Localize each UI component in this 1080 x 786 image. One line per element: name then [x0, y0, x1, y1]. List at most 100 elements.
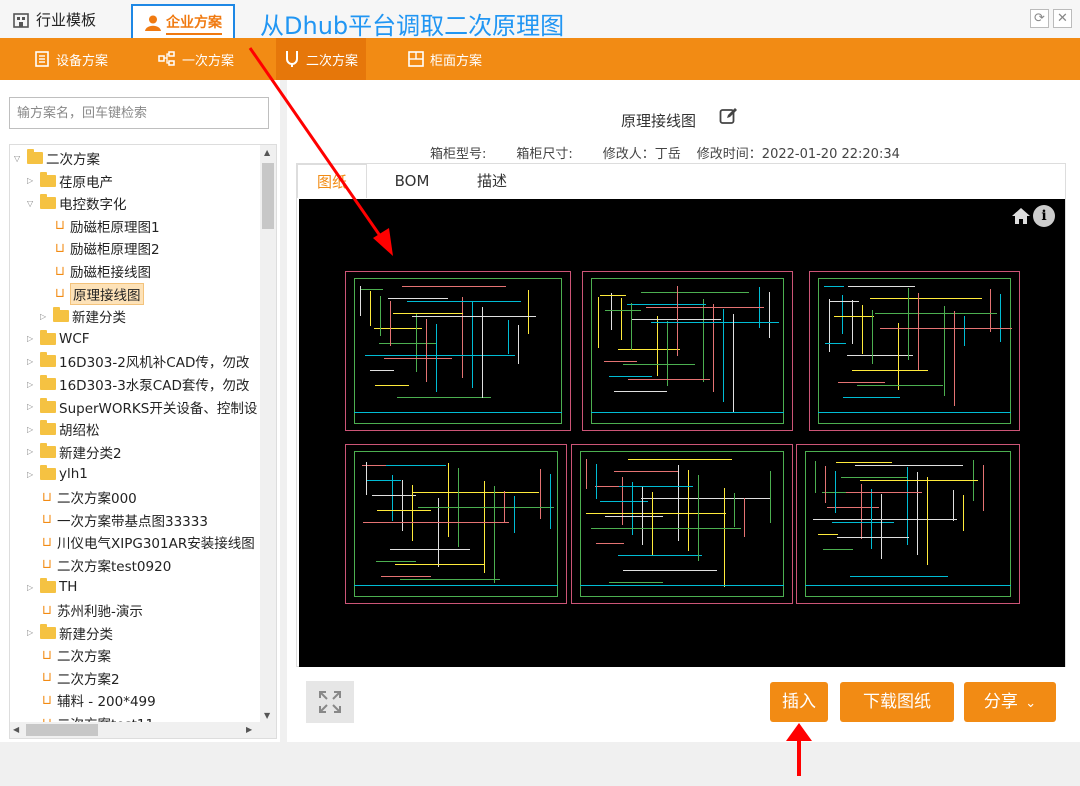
tree-item[interactable]: ⊔ 二次方案2 [27, 667, 120, 689]
tree-item[interactable]: ⊔ 辅料 - 200*499 [27, 689, 156, 711]
tree-item[interactable]: ⊔ 励磁柜原理图1 [40, 215, 160, 237]
drawing-canvas[interactable]: i [299, 199, 1065, 667]
insert-button[interactable]: 插入 [770, 682, 828, 722]
schematic-stroke [412, 316, 536, 317]
schematic-stroke [713, 304, 714, 392]
expand-icon[interactable]: ▷ [27, 380, 37, 389]
tree-item[interactable]: ⊔ 原理接线图 [40, 282, 144, 305]
schematic-stroke [393, 313, 463, 314]
tree-item[interactable]: ⊔ 二次方案test0920 [27, 554, 171, 576]
scrollbar-thumb[interactable] [26, 724, 98, 736]
tree-folder[interactable]: ▷ 胡绍松 [27, 418, 100, 440]
tree-item[interactable]: ⊔ 苏州利驰-演示 [27, 599, 143, 621]
tab-bom[interactable]: BOM [377, 164, 447, 198]
nav-cabinet-face-scheme[interactable]: 柜面方案 [400, 38, 490, 80]
sheet-frame [580, 451, 784, 597]
schematic-stroke [384, 358, 452, 359]
schematic-stroke [363, 522, 509, 523]
tree-item[interactable]: ⊔ 川仪电气XIPG301AR安装接线图 [27, 531, 255, 553]
expand-icon[interactable]: ▷ [27, 176, 37, 185]
scroll-down-arrow[interactable]: ▼ [264, 711, 270, 720]
tree-folder[interactable]: ▷ 16D303-3水泵CAD套传，勿改 [27, 373, 249, 395]
drawing-sheet-thumbnail [809, 271, 1020, 431]
tree-item-label: 辅料 - 200*499 [57, 694, 156, 711]
schematic-stroke [964, 316, 965, 346]
tree-folder[interactable]: ▷ 新建分类 [27, 622, 113, 644]
home-icon[interactable] [1011, 207, 1031, 225]
tree-item[interactable]: ⊔ 二次方案 [27, 644, 111, 666]
tree-folder[interactable]: ▷ 新建分类 [40, 305, 126, 327]
scheme-doc-icon: ⊔ [41, 647, 53, 663]
scrollbar-thumb[interactable] [262, 163, 274, 229]
schematic-stroke [627, 304, 706, 305]
scroll-up-arrow[interactable]: ▲ [264, 148, 270, 157]
tab-description[interactable]: 描述 [457, 164, 527, 198]
expand-icon[interactable]: ▷ [27, 447, 37, 456]
tree-item-label: 16D303-2风机补CAD传，勿改 [59, 355, 250, 372]
tree-item-label: 16D303-3水泵CAD套传，勿改 [59, 378, 250, 394]
tree-content: ▽ 二次方案 ▷ 荏原电产 ▽ 电控数字化 ⊔ 励磁柜原理图1 ⊔ 励磁柜原理图2 ⊔ 励磁柜接线图 ⊔… [10, 145, 260, 723]
nav-device-scheme[interactable]: 设备方案 [26, 38, 116, 80]
tree-item-label: 二次方案 [46, 152, 100, 168]
schematic-stroke [586, 459, 587, 489]
refresh-icon[interactable]: ⟳ [1030, 9, 1049, 28]
tab-enterprise-solutions[interactable]: 企业方案 [131, 4, 235, 42]
schematic-stroke [609, 582, 663, 583]
tree-folder[interactable]: ▷ WCF [27, 328, 90, 350]
fullscreen-icon[interactable] [306, 681, 354, 723]
nav-secondary-scheme[interactable]: 二次方案 [276, 38, 367, 80]
folder-icon [40, 329, 56, 345]
close-icon[interactable]: ✕ [1053, 9, 1072, 28]
expand-icon[interactable]: ▷ [27, 402, 37, 411]
expand-icon[interactable]: ▷ [27, 470, 37, 479]
schematic-stroke [990, 289, 991, 332]
drawing-sheet-thumbnail [345, 271, 571, 431]
download-drawing-button[interactable]: 下载图纸 [840, 682, 954, 722]
tree-folder[interactable]: ▷ TH [27, 576, 77, 598]
tree-folder[interactable]: ▽ 电控数字化 [27, 192, 127, 214]
tree-vertical-scrollbar[interactable]: ▲ ▼ [260, 145, 276, 723]
tree-item[interactable]: ⊔ 二次方案000 [27, 486, 137, 508]
schematic-stroke [843, 397, 900, 398]
sheet-frame [818, 278, 1011, 424]
edit-icon[interactable] [719, 106, 739, 126]
search-input[interactable] [9, 97, 269, 129]
schematic-stroke [918, 293, 919, 370]
schematic-stroke [508, 320, 509, 354]
collapse-icon[interactable]: ▽ [14, 154, 24, 163]
tree-folder[interactable]: ▷ ylh1 [27, 463, 88, 485]
expand-icon[interactable]: ▷ [27, 425, 37, 434]
tab-industry-templates[interactable]: 行业模板 [12, 9, 96, 30]
schematic-stroke [857, 385, 943, 386]
tab-enterprise-label: 企业方案 [166, 12, 222, 35]
tab-drawings[interactable]: 图纸 [297, 164, 367, 198]
scroll-left-arrow[interactable]: ◀ [13, 725, 19, 734]
info-icon[interactable]: i [1033, 205, 1055, 227]
expand-icon[interactable]: ▷ [27, 357, 37, 366]
tree-folder[interactable]: ▷ 16D303-2风机补CAD传，勿改 [27, 350, 249, 372]
tree-item[interactable]: ⊔ 一次方案带基点图33333 [27, 509, 208, 531]
tree-folder[interactable]: ▷ 新建分类2 [27, 441, 122, 463]
schematic-stroke [688, 470, 689, 551]
tree-folder[interactable]: ▷ 荏原电产 [27, 170, 113, 192]
tree-item-label: 原理接线图 [70, 282, 144, 305]
tree-folder[interactable]: ▷ SuperWORKS开关设备、控制设 [27, 396, 257, 418]
schematic-stroke [360, 286, 361, 316]
share-button[interactable]: 分享 ⌄ [964, 682, 1056, 722]
schematic-stroke [875, 313, 997, 314]
expand-icon[interactable]: ▷ [27, 334, 37, 343]
folder-icon [40, 397, 56, 413]
collapse-icon[interactable]: ▽ [27, 199, 37, 208]
tree-folder[interactable]: ▽ 二次方案 [14, 147, 100, 169]
tree-item[interactable]: ⊔ 励磁柜原理图2 [40, 237, 160, 259]
scroll-right-arrow[interactable]: ▶ [246, 725, 252, 734]
expand-icon[interactable]: ▷ [27, 628, 37, 637]
folder-icon [40, 375, 56, 390]
tree-item[interactable]: ⊔ 励磁柜接线图 [40, 260, 151, 282]
tree-horizontal-scrollbar[interactable]: ◀ ▶ [10, 722, 276, 738]
schematic-stroke [596, 543, 624, 544]
nav-primary-scheme[interactable]: 一次方案 [150, 38, 242, 80]
expand-icon[interactable]: ▷ [40, 312, 50, 321]
expand-icon[interactable]: ▷ [27, 583, 37, 592]
title-block [354, 585, 558, 597]
